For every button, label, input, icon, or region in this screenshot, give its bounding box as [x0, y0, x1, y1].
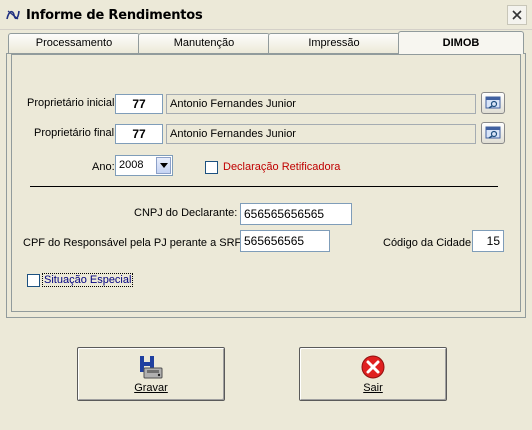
tab-label: Impressão — [308, 37, 360, 49]
proprietario-final-lookup-button[interactable] — [481, 122, 505, 144]
cnpj-input[interactable]: 656565656565 — [240, 203, 352, 225]
ano-value: 2008 — [119, 159, 144, 171]
proprietario-inicial-code-input[interactable]: 77 — [115, 94, 163, 114]
separator-line — [30, 186, 498, 187]
gravar-label: Gravar — [134, 382, 168, 394]
proprietario-inicial-lookup-button[interactable] — [481, 92, 505, 114]
search-window-icon — [485, 126, 501, 139]
codigo-cidade-label: Código da Cidade: — [383, 237, 475, 249]
proprietario-final-name-field: Antonio Fernandes Junior — [166, 124, 476, 144]
tab-label: Manutenção — [173, 37, 235, 49]
tab-impressao[interactable]: Impressão — [268, 33, 400, 53]
app-icon — [6, 10, 20, 20]
title-bar: Informe de Rendimentos — [0, 0, 532, 30]
tab-dimob[interactable]: DIMOB — [398, 31, 524, 54]
sair-button[interactable]: Sair — [299, 347, 447, 401]
proprietario-final-label: Proprietário final: — [34, 127, 118, 139]
search-window-icon — [485, 96, 501, 109]
sair-label: Sair — [363, 382, 383, 394]
window-title: Informe de Rendimentos — [26, 8, 203, 23]
tab-label: Processamento — [35, 37, 113, 49]
cnpj-label: CNPJ do Declarante: — [134, 207, 238, 219]
proprietario-final-code-input[interactable]: 77 — [115, 124, 163, 144]
gravar-button[interactable]: Gravar — [77, 347, 225, 401]
tab-processamento[interactable]: Processamento — [8, 33, 140, 53]
chevron-down-icon — [159, 163, 168, 168]
proprietario-inicial-name-field: Antonio Fernandes Junior — [166, 94, 476, 114]
cpf-label: CPF do Responsável pela PJ perante a SRF… — [23, 237, 245, 249]
close-button[interactable] — [507, 5, 527, 25]
cpf-input[interactable]: 565656565 — [240, 230, 330, 252]
close-icon — [512, 10, 522, 20]
retificadora-label[interactable]: Declaração Retificadora — [223, 161, 340, 173]
tab-label: DIMOB — [442, 37, 480, 49]
save-icon — [140, 356, 163, 379]
ano-select[interactable]: 2008 — [115, 155, 173, 176]
exit-icon — [361, 355, 385, 379]
ano-dropdown-button[interactable] — [156, 157, 171, 174]
proprietario-inicial-label: Proprietário inicial: — [27, 97, 118, 109]
tab-manutencao[interactable]: Manutenção — [138, 33, 270, 53]
situacao-especial-label[interactable]: Situação Especial — [41, 273, 134, 287]
codigo-cidade-input[interactable]: 15 — [472, 230, 504, 252]
situacao-especial-checkbox[interactable] — [27, 274, 40, 287]
retificadora-checkbox[interactable] — [205, 161, 218, 174]
ano-label: Ano: — [92, 161, 115, 173]
